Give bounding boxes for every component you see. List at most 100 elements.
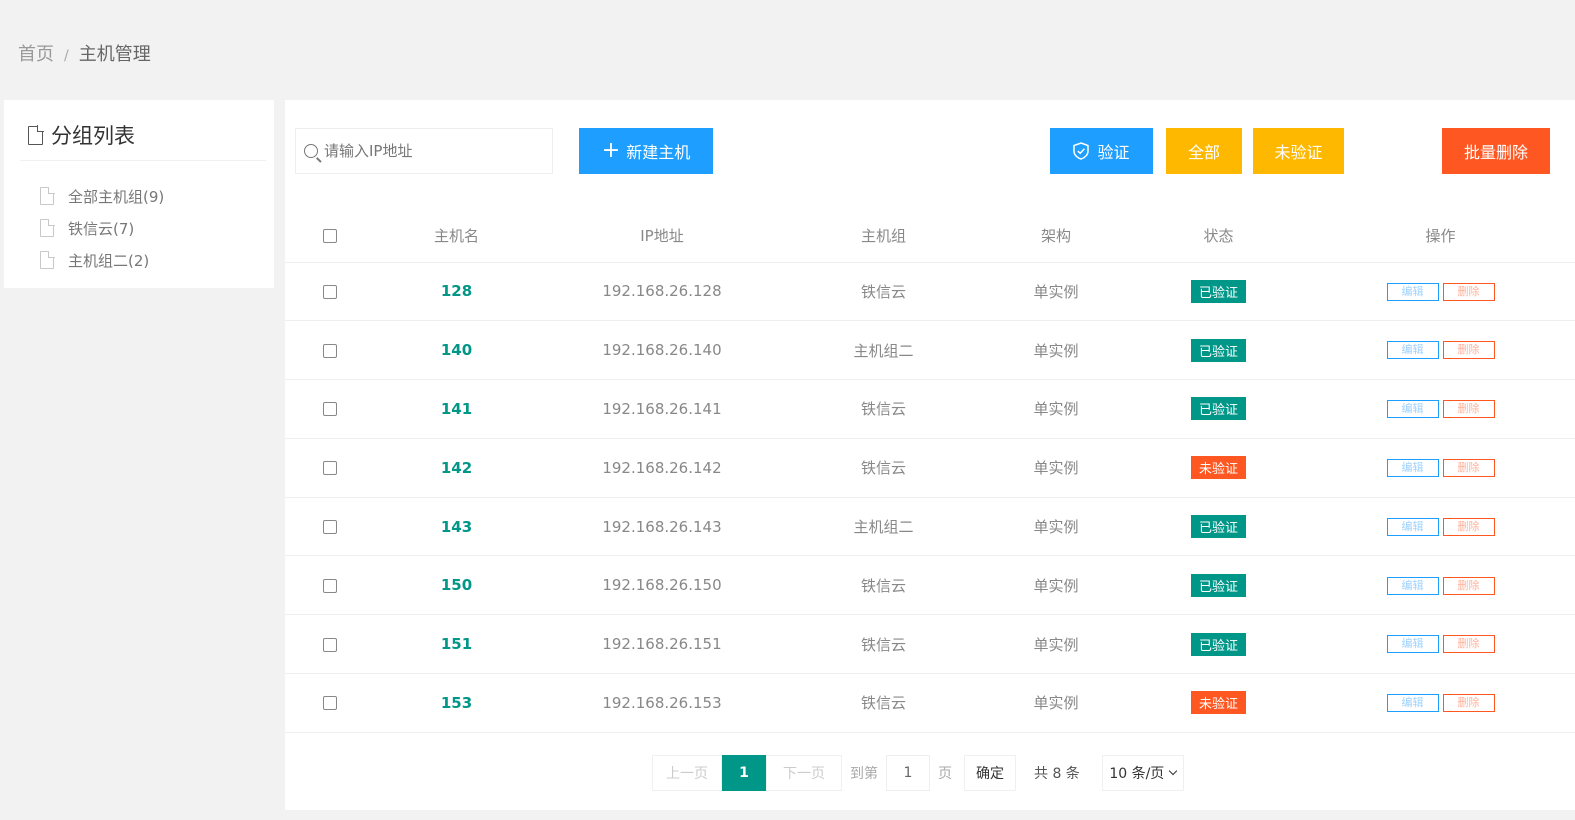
edit-button[interactable]: 编辑 — [1386, 459, 1439, 478]
status-badge: 未验证 — [1190, 456, 1246, 480]
ip-search-input[interactable] — [324, 142, 544, 160]
table-row: 128 192.168.26.128 铁信云 单实例 已验证 编辑 删除 — [285, 261, 1575, 321]
ip-cell: 192.168.26.151 — [538, 614, 786, 674]
host-name-link[interactable]: 141 — [441, 400, 472, 418]
delete-button[interactable]: 删除 — [1442, 341, 1495, 360]
search-box — [295, 128, 553, 174]
group-item-all[interactable]: 全部主机组(9) — [40, 180, 164, 212]
table-header-row: 主机名 IP地址 主机组 架构 状态 操作 — [285, 210, 1575, 262]
ip-cell: 192.168.26.153 — [538, 673, 786, 733]
group-cell: 铁信云 — [786, 614, 981, 674]
page-number-input[interactable] — [886, 755, 930, 791]
breadcrumb-separator: / — [64, 48, 69, 64]
new-host-label: 新建主机 — [626, 143, 691, 162]
edit-button[interactable]: 编辑 — [1386, 400, 1439, 419]
ip-cell: 192.168.26.140 — [538, 320, 786, 380]
edit-button[interactable]: 编辑 — [1386, 341, 1439, 360]
table-row: 153 192.168.26.153 铁信云 单实例 未验证 编辑 删除 — [285, 673, 1575, 733]
total-count: 共 8 条 — [1034, 766, 1080, 782]
row-checkbox[interactable] — [323, 520, 337, 535]
status-badge: 已验证 — [1190, 397, 1246, 421]
breadcrumb-home[interactable]: 首页 — [18, 44, 54, 65]
delete-button[interactable]: 删除 — [1442, 517, 1495, 536]
page-size-select[interactable]: 10 条/页 — [1101, 755, 1184, 791]
arch-cell: 单实例 — [981, 437, 1131, 498]
host-panel: + 新建主机 验证 全部 未验证 批量删除 主机名 IP地址 主机组 架构 状态… — [285, 100, 1575, 810]
row-checkbox[interactable] — [323, 461, 337, 476]
breadcrumb-current: 主机管理 — [78, 44, 151, 65]
group-sidebar: 分组列表 全部主机组(9) 铁信云(7) 主机组二(2) — [4, 100, 274, 288]
batch-delete-button[interactable]: 批量删除 — [1442, 128, 1550, 174]
table-row: 150 192.168.26.150 铁信云 单实例 已验证 编辑 删除 — [285, 555, 1575, 615]
ip-cell: 192.168.26.143 — [538, 496, 786, 556]
row-checkbox[interactable] — [323, 343, 337, 358]
header-actions: 操作 — [1425, 227, 1456, 246]
pagination: 上一页 1 下一页 到第 页 确定 共 8 条 10 条/页 — [652, 755, 1184, 791]
confirm-page-button[interactable]: 确定 — [964, 755, 1016, 791]
arch-cell: 单实例 — [981, 320, 1131, 380]
table-row: 142 192.168.26.142 铁信云 单实例 未验证 编辑 删除 — [285, 437, 1575, 498]
select-all-checkbox[interactable] — [323, 229, 337, 244]
table-row: 151 192.168.26.151 铁信云 单实例 已验证 编辑 删除 — [285, 614, 1575, 674]
delete-button[interactable]: 删除 — [1442, 282, 1495, 301]
arch-cell: 单实例 — [981, 673, 1131, 733]
header-status: 状态 — [1203, 227, 1234, 246]
status-badge: 已验证 — [1190, 573, 1246, 597]
edit-button[interactable]: 编辑 — [1386, 282, 1439, 301]
ip-cell: 192.168.26.150 — [538, 555, 786, 615]
delete-button[interactable]: 删除 — [1442, 576, 1495, 595]
host-name-link[interactable]: 142 — [441, 459, 472, 477]
row-checkbox[interactable] — [323, 578, 337, 593]
arch-cell: 单实例 — [981, 261, 1131, 321]
ip-cell: 192.168.26.142 — [538, 437, 786, 498]
edit-button[interactable]: 编辑 — [1386, 635, 1439, 654]
group-cell: 主机组二 — [786, 496, 981, 556]
arch-cell: 单实例 — [981, 379, 1131, 439]
prev-page-button[interactable]: 上一页 — [652, 755, 722, 791]
host-table: 主机名 IP地址 主机组 架构 状态 操作 128 192.168.26.128… — [285, 210, 1575, 733]
edit-button[interactable]: 编辑 — [1386, 576, 1439, 595]
group-cell: 铁信云 — [786, 555, 981, 615]
table-row: 143 192.168.26.143 主机组二 单实例 已验证 编辑 删除 — [285, 496, 1575, 556]
delete-button[interactable]: 删除 — [1442, 400, 1495, 419]
row-checkbox[interactable] — [323, 284, 337, 299]
header-host-name: 主机名 — [433, 227, 479, 246]
host-name-link[interactable]: 140 — [441, 341, 472, 359]
group-item-label: 全部主机组(9) — [68, 187, 165, 206]
host-name-link[interactable]: 153 — [441, 694, 472, 712]
host-name-link[interactable]: 143 — [441, 518, 472, 536]
host-name-link[interactable]: 128 — [441, 282, 472, 300]
group-item-label: 主机组二(2) — [68, 251, 150, 270]
group-item-group-two[interactable]: 主机组二(2) — [40, 244, 164, 276]
edit-button[interactable]: 编辑 — [1386, 517, 1439, 536]
filter-all-button[interactable]: 全部 — [1166, 128, 1242, 174]
header-checkbox-cell — [285, 210, 375, 262]
group-cell: 铁信云 — [786, 437, 981, 498]
page-1-button[interactable]: 1 — [722, 755, 766, 791]
host-name-link[interactable]: 151 — [441, 635, 472, 653]
delete-button[interactable]: 删除 — [1442, 459, 1495, 478]
page-unit-label: 页 — [938, 766, 952, 782]
verify-button[interactable]: 验证 — [1050, 128, 1153, 174]
file-icon — [40, 250, 55, 269]
delete-button[interactable]: 删除 — [1442, 694, 1495, 713]
group-item-tiexinyun[interactable]: 铁信云(7) — [40, 212, 164, 244]
status-badge: 已验证 — [1190, 515, 1246, 539]
document-icon — [28, 125, 44, 145]
arch-cell: 单实例 — [981, 555, 1131, 615]
filter-unverified-button[interactable]: 未验证 — [1253, 128, 1344, 174]
group-cell: 铁信云 — [786, 379, 981, 439]
row-checkbox[interactable] — [323, 402, 337, 417]
host-name-link[interactable]: 150 — [441, 576, 472, 594]
row-checkbox[interactable] — [323, 696, 337, 711]
row-checkbox[interactable] — [323, 637, 337, 652]
new-host-button[interactable]: + 新建主机 — [579, 128, 713, 174]
next-page-button[interactable]: 下一页 — [766, 755, 842, 791]
group-cell: 铁信云 — [786, 261, 981, 321]
status-badge: 未验证 — [1190, 691, 1246, 715]
page-size-value: 10 条/页 — [1109, 766, 1165, 782]
edit-button[interactable]: 编辑 — [1386, 694, 1439, 713]
delete-button[interactable]: 删除 — [1442, 635, 1495, 654]
table-row: 141 192.168.26.141 铁信云 单实例 已验证 编辑 删除 — [285, 379, 1575, 439]
table-row: 140 192.168.26.140 主机组二 单实例 已验证 编辑 删除 — [285, 320, 1575, 380]
